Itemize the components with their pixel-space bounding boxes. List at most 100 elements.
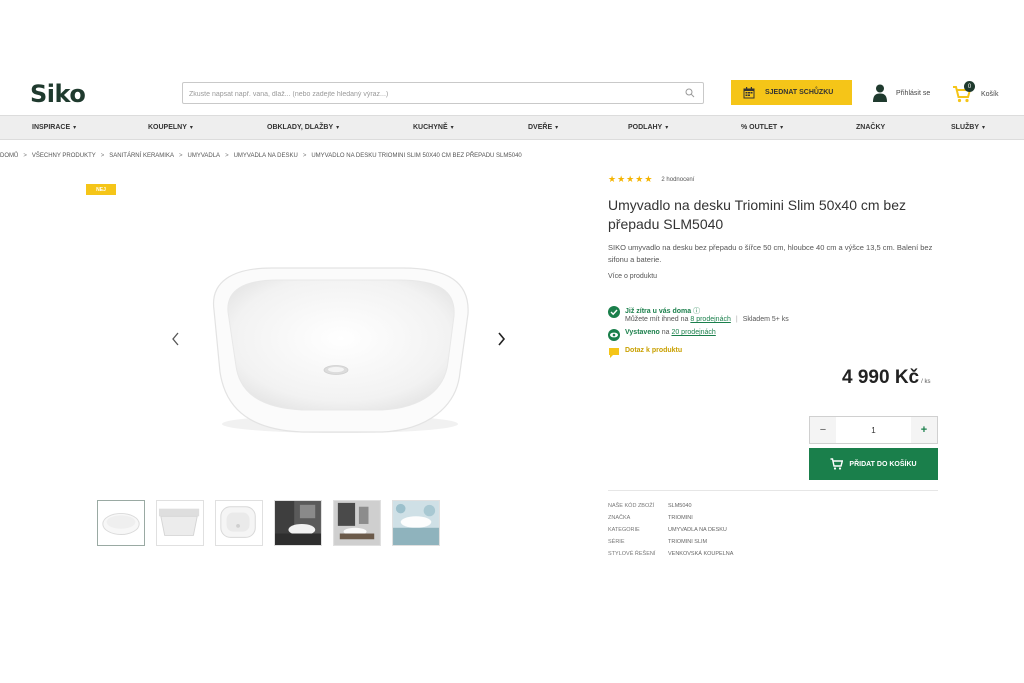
decrease-quantity-button[interactable]: −	[810, 417, 836, 443]
search-icon[interactable]	[685, 88, 695, 98]
breadcrumb-sanitary[interactable]: SANITÁRNÍ KERAMIKA	[109, 153, 174, 159]
eye-icon	[608, 329, 620, 341]
spec-key: KATEGORIE	[608, 527, 640, 533]
thumbnail-3[interactable]	[215, 500, 263, 546]
breadcrumb-all-products[interactable]: VŠECHNY PRODUKTY	[32, 153, 96, 159]
price-value: 4 990 Kč	[842, 367, 920, 388]
user-icon	[873, 84, 887, 102]
spec-row: KATEGORIE UMYVADLA NA DESKU	[608, 524, 733, 536]
rating[interactable]: ★ ★ ★ ★ ★ 2 hodnocení	[608, 174, 694, 185]
breadcrumb-basins[interactable]: UMYVADLA	[187, 153, 220, 159]
spec-value: SLM5040	[668, 503, 692, 509]
cart-icon	[830, 458, 844, 470]
breadcrumb-separator: >	[178, 153, 183, 159]
thumbnail-4[interactable]	[274, 500, 322, 546]
star-icon: ★	[617, 174, 626, 184]
product-price: 4 990 Kč / ks	[842, 367, 930, 389]
thumbnail-1[interactable]	[97, 500, 145, 546]
chevron-down-icon: ▾	[189, 125, 193, 131]
exhibited-prefix: na	[659, 329, 672, 336]
breadcrumb-countertop-basins[interactable]: UMYVADLA NA DESKU	[234, 153, 298, 159]
breadcrumb: DOMŮ > VŠECHNY PRODUKTY > SANITÁRNÍ KERAMIKA…	[0, 153, 522, 159]
main-nav: INSPIRACE ▾ KOUPELNY ▾ OBKLADY, DLAŽBY ▾ KU…	[0, 115, 1024, 140]
search-input[interactable]	[183, 84, 673, 105]
chevron-down-icon: ▾	[555, 125, 559, 131]
add-to-cart-button[interactable]: PŘIDAT DO KOŠÍKU	[809, 448, 938, 480]
chevron-down-icon: ▾	[665, 125, 669, 131]
exhibited-label: Vystaveno	[625, 329, 660, 336]
check-circle-icon	[608, 306, 620, 318]
chevron-left-icon[interactable]	[170, 331, 182, 347]
increase-quantity-button[interactable]: +	[911, 417, 937, 443]
book-appointment-label: SJEDNAT SCHŮZKU	[765, 89, 834, 96]
spec-row: NAŠE KÓD ZBOŽÍ SLM5040	[608, 500, 733, 512]
quantity-stepper[interactable]: − 1 +	[809, 416, 938, 444]
search-bar[interactable]	[182, 82, 704, 105]
nav-item-outlet[interactable]: % OUTLET ▾	[741, 116, 783, 141]
nav-item-koupelny[interactable]: KOUPELNY ▾	[148, 116, 193, 141]
nav-item-podlahy[interactable]: PODLAHY ▾	[628, 116, 668, 141]
spec-value[interactable]: VENKOVSKÁ KOUPELNA	[668, 548, 733, 560]
spec-key: STYLOVÉ ŘEŠENÍ	[608, 551, 656, 557]
breadcrumb-current: UMYVADLO NA DESKU TRIOMINI SLIM 50X40 CM…	[311, 153, 522, 159]
breadcrumb-separator: >	[302, 153, 307, 159]
chevron-right-icon[interactable]	[495, 331, 507, 347]
price-unit: / ks	[921, 379, 931, 385]
spec-key: SÉRIE	[608, 539, 625, 545]
star-icon: ★	[635, 174, 644, 184]
chevron-down-icon: ▾	[780, 125, 784, 131]
nav-item-dvere[interactable]: DVEŘE ▾	[528, 116, 558, 141]
availability-delivery: Již zítra u vás doma ⓘ Můžete mít ihned …	[608, 306, 789, 323]
chevron-down-icon: ▾	[450, 125, 454, 131]
availability-exhibited: Vystaveno na 20 prodejnách	[608, 329, 789, 341]
star-icon: ★	[644, 174, 653, 184]
star-icon: ★	[608, 174, 617, 184]
chevron-down-icon: ▾	[73, 125, 77, 131]
chat-bubble-icon	[609, 348, 619, 358]
more-about-product-link[interactable]: Více o produktu	[608, 273, 657, 280]
book-appointment-button[interactable]: SJEDNAT SCHŮZKU	[731, 80, 852, 105]
spec-row: STYLOVÉ ŘEŠENÍ VENKOVSKÁ KOUPELNA	[608, 548, 733, 560]
quantity-value[interactable]: 1	[836, 426, 911, 435]
breadcrumb-separator: >	[100, 153, 105, 159]
login-link[interactable]: Přihlásit se	[873, 84, 930, 102]
thumbnail-2[interactable]	[156, 500, 204, 546]
exhibited-stores-link[interactable]: 20 prodejnách	[671, 329, 715, 336]
product-title: Umyvadlo na desku Triomini Slim 50x40 cm…	[608, 197, 907, 232]
star-icon: ★	[626, 174, 635, 184]
spec-value[interactable]: TRIOMINI	[668, 512, 693, 524]
add-to-cart-label: PŘIDAT DO KOŠÍKU	[849, 460, 917, 468]
thumbnail-6[interactable]	[392, 500, 440, 546]
chevron-down-icon: ▾	[982, 125, 986, 131]
info-icon[interactable]: ⓘ	[693, 308, 700, 315]
nav-item-inspirace[interactable]: INSPIRACE ▾	[32, 116, 76, 141]
login-label: Přihlásit se	[896, 89, 931, 97]
spec-value[interactable]: TRIOMINI SLIM	[668, 536, 707, 548]
pickup-stores-link[interactable]: 8 prodejnách	[690, 316, 730, 323]
cart-label: Košík	[981, 90, 999, 98]
calendar-icon	[743, 86, 755, 98]
product-tag-badge: NEJ	[86, 184, 116, 195]
spec-row: SÉRIE TRIOMINI SLIM	[608, 536, 733, 548]
cart-count-badge: 0	[964, 81, 975, 92]
cart-link[interactable]: 0 Košík	[952, 81, 999, 104]
thumbnail-strip	[97, 500, 440, 546]
reviews-count[interactable]: 2 hodnocení	[661, 177, 694, 183]
cart-icon: 0	[952, 81, 975, 104]
nav-item-znacky[interactable]: ZNAČKY	[856, 116, 885, 141]
breadcrumb-separator: >	[225, 153, 229, 159]
nav-item-sluzby[interactable]: SLUŽBY ▾	[951, 116, 985, 141]
thumbnail-5[interactable]	[333, 500, 381, 546]
pickup-text: Můžete mít ihned na	[625, 316, 691, 323]
siko-logo[interactable]: Siko	[30, 80, 86, 108]
nav-item-obklady[interactable]: OBKLADY, DLAŽBY ▾	[267, 116, 339, 141]
availability-block: Již zítra u vás doma ⓘ Můžete mít ihned …	[608, 306, 789, 365]
product-question-label: Dotaz k produktu	[625, 347, 683, 354]
stock-text: Skladem 5+ ks	[742, 316, 789, 323]
divider	[608, 490, 938, 491]
product-question-link[interactable]: Dotaz k produktu	[608, 347, 789, 359]
breadcrumb-home[interactable]: DOMŮ	[0, 153, 18, 159]
nav-item-kuchyne[interactable]: KUCHYNĚ ▾	[413, 116, 454, 141]
spec-value[interactable]: UMYVADLA NA DESKU	[668, 524, 727, 536]
spec-key: NAŠE KÓD ZBOŽÍ	[608, 503, 655, 509]
